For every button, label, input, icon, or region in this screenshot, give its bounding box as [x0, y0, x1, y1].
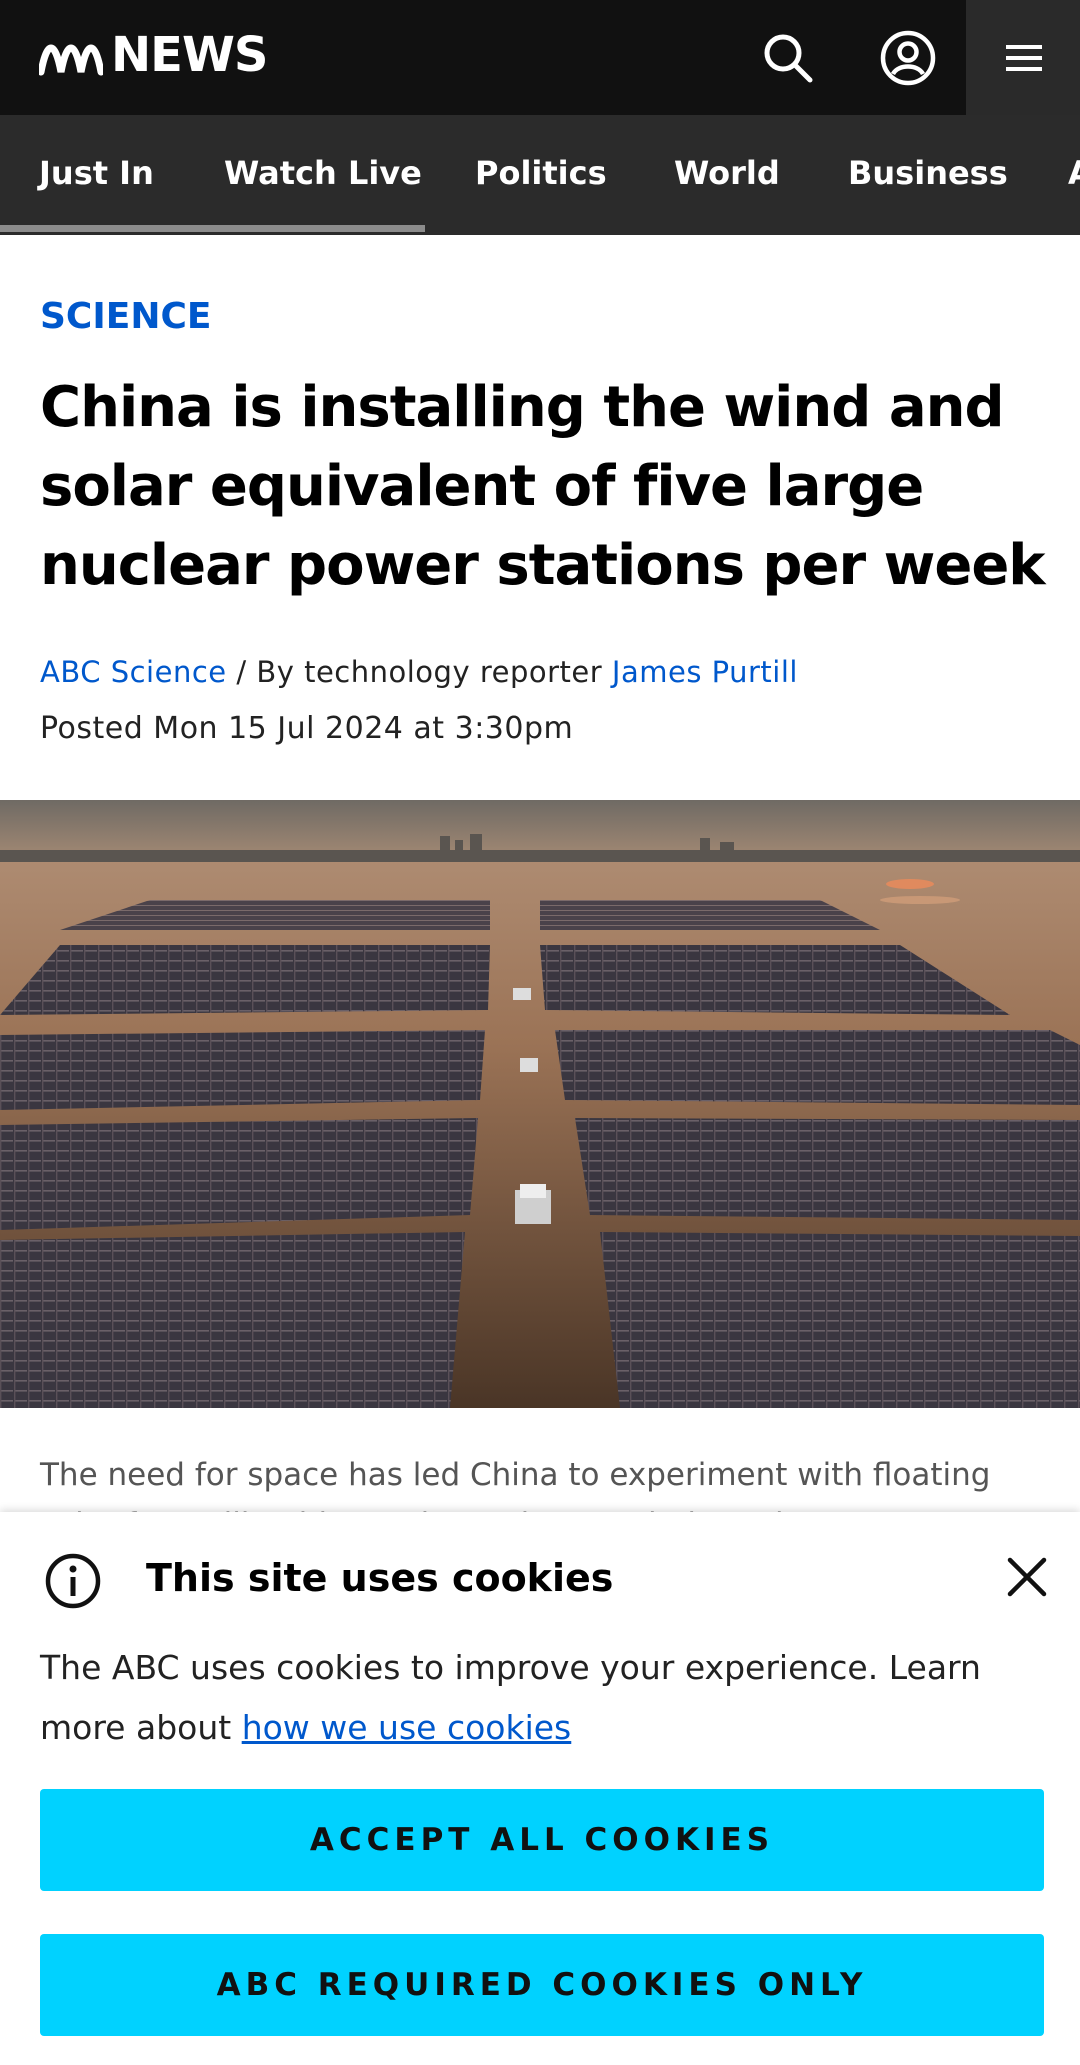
how-we-use-cookies-link[interactable]: how we use cookies: [242, 1708, 572, 1747]
nav-item-partial[interactable]: A: [1068, 115, 1080, 235]
account-icon: [880, 30, 935, 85]
nav-item-world[interactable]: World: [674, 115, 780, 235]
account-button[interactable]: [850, 0, 965, 115]
abc-news-logo[interactable]: NEWS: [39, 27, 268, 83]
byline-source-link[interactable]: ABC Science: [40, 655, 227, 689]
nav-item-politics[interactable]: Politics: [475, 115, 607, 235]
nav-item-business[interactable]: Business: [848, 115, 1008, 235]
info-icon: [45, 1553, 101, 1609]
site-header: NEWS: [0, 0, 1080, 115]
article-category[interactable]: SCIENCE: [40, 296, 211, 337]
article-headline: China is installing the wind and solar e…: [40, 375, 1046, 598]
nav-active-indicator: [0, 225, 425, 232]
nav-item-just-in[interactable]: Just In: [39, 115, 154, 235]
solar-farm-photo: [0, 800, 1080, 1408]
accept-all-cookies-button[interactable]: ACCEPT ALL COOKIES: [40, 1789, 1044, 1891]
byline-text: / By technology reporter: [226, 655, 612, 689]
menu-icon: [1005, 44, 1042, 71]
cookie-banner-text: The ABC uses cookies to improve your exp…: [40, 1638, 1040, 1758]
article-posted-date: Posted Mon 15 Jul 2024 at 3:30pm: [40, 711, 574, 746]
abc-logo-icon: [39, 44, 103, 76]
close-icon[interactable]: [1002, 1552, 1052, 1602]
menu-button[interactable]: [966, 0, 1080, 115]
search-button[interactable]: [730, 0, 845, 115]
logo-text: NEWS: [111, 27, 268, 83]
search-icon: [764, 34, 812, 82]
nav-item-watch-live[interactable]: Watch Live: [224, 115, 422, 235]
hero-image[interactable]: [0, 800, 1080, 1408]
byline-author-link[interactable]: James Purtill: [612, 655, 798, 689]
cookie-banner-title: This site uses cookies: [146, 1556, 614, 1600]
section-nav: Just In Watch Live Politics World Busine…: [0, 115, 1080, 235]
required-cookies-only-button[interactable]: ABC REQUIRED COOKIES ONLY: [40, 1934, 1044, 2036]
article-byline: ABC Science / By technology reporter Jam…: [40, 655, 798, 689]
cookie-banner: This site uses cookies The ABC uses cook…: [0, 1512, 1080, 2065]
